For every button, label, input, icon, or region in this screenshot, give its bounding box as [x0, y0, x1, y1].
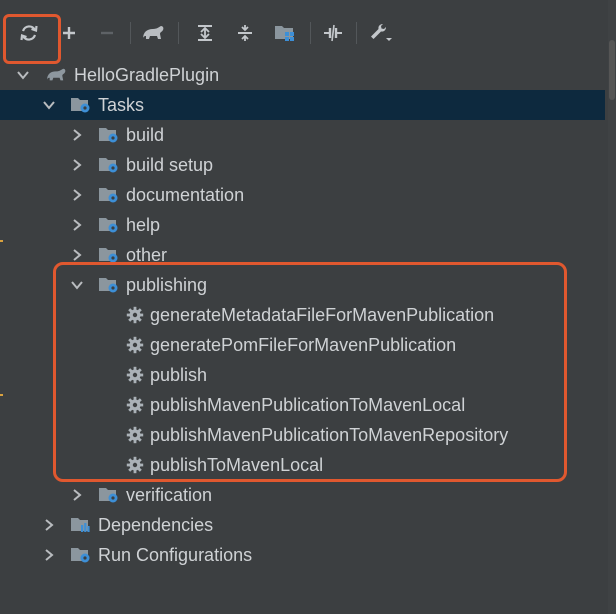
gradle-elephant-icon: [44, 66, 68, 84]
group-label: documentation: [126, 184, 245, 205]
scrollbar-thumb[interactable]: [609, 40, 615, 100]
toolbar-separator: [310, 22, 311, 44]
expand-all-icon: [195, 23, 215, 43]
chevron-right-icon[interactable]: [42, 518, 56, 532]
dependencies-folder-icon: [70, 516, 92, 534]
folder-grid-icon: [274, 23, 296, 43]
tree-node-group[interactable]: build: [0, 120, 605, 150]
toolbar-separator: [130, 22, 131, 44]
chevron-right-icon[interactable]: [70, 128, 84, 142]
chevron-right-icon[interactable]: [70, 188, 84, 202]
refresh-highlight-box: [3, 14, 61, 64]
build-tool-settings-button[interactable]: [366, 18, 396, 48]
collapse-all-icon: [235, 23, 255, 43]
task-folder-icon: [70, 546, 92, 564]
toolbar-separator: [356, 22, 357, 44]
task-folder-icon: [98, 156, 120, 174]
dependencies-label: Dependencies: [98, 514, 214, 535]
group-modules-button[interactable]: [270, 18, 300, 48]
tasks-label: Tasks: [98, 94, 145, 115]
task-folder-icon: [98, 126, 120, 144]
gutter-marker: [0, 394, 3, 396]
tree-node-dependencies[interactable]: Dependencies: [0, 510, 605, 540]
publishing-highlight-box: [53, 262, 567, 482]
tree-node-group[interactable]: verification: [0, 480, 605, 510]
group-label: build: [126, 124, 165, 145]
project-name: HelloGradlePlugin: [74, 64, 220, 85]
task-folder-icon: [98, 216, 120, 234]
gradle-tool-window: HelloGradlePlugin Tasks build build setu…: [0, 0, 616, 614]
tree-node-group[interactable]: build setup: [0, 150, 605, 180]
collapse-all-button[interactable]: [230, 18, 260, 48]
chevron-down-icon[interactable]: [42, 98, 56, 112]
task-folder-icon: [70, 96, 92, 114]
tree-node-group[interactable]: help: [0, 210, 605, 240]
minus-icon: [98, 24, 116, 42]
tree-node-run-configurations[interactable]: Run Configurations: [0, 540, 605, 570]
task-folder-icon: [98, 486, 120, 504]
chevron-right-icon[interactable]: [70, 158, 84, 172]
group-label: verification: [126, 484, 213, 505]
offline-mode-icon: [322, 23, 344, 43]
tree-node-tasks[interactable]: Tasks: [0, 90, 605, 120]
gradle-button[interactable]: [138, 18, 168, 48]
chevron-right-icon[interactable]: [70, 218, 84, 232]
wrench-icon: [369, 22, 393, 44]
tree-node-group[interactable]: documentation: [0, 180, 605, 210]
chevron-right-icon[interactable]: [70, 488, 84, 502]
chevron-right-icon[interactable]: [42, 548, 56, 562]
tree-node-project[interactable]: HelloGradlePlugin: [0, 60, 605, 90]
group-label: help: [126, 214, 161, 235]
vertical-scrollbar[interactable]: [608, 0, 616, 614]
task-folder-icon: [98, 186, 120, 204]
expand-all-button[interactable]: [190, 18, 220, 48]
plus-icon: [60, 24, 78, 42]
remove-button[interactable]: [92, 18, 122, 48]
group-label: build setup: [126, 154, 214, 175]
run-configurations-label: Run Configurations: [98, 544, 253, 565]
toolbar: [0, 10, 600, 54]
gradle-elephant-icon: [140, 23, 166, 43]
chevron-down-icon[interactable]: [16, 68, 30, 82]
toolbar-separator: [178, 22, 179, 44]
gutter-marker: [0, 240, 3, 242]
chevron-right-icon[interactable]: [70, 248, 84, 262]
toggle-offline-button[interactable]: [318, 18, 348, 48]
